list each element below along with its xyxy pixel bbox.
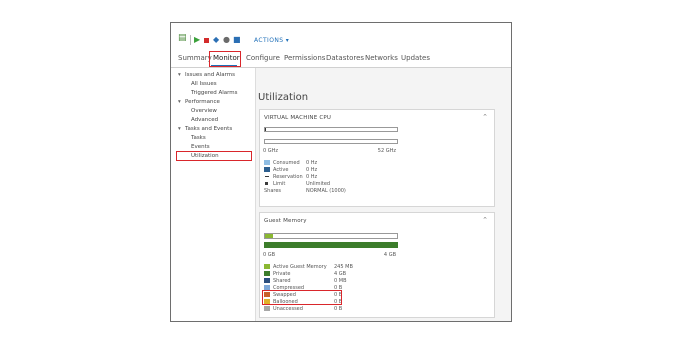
legend-value: 0 MB [334, 278, 347, 284]
migrate-icon[interactable]: ■ [233, 36, 241, 44]
memory-panel-title: Guest Memory [264, 218, 307, 224]
legend-label: Shared [273, 278, 291, 284]
actions-menu[interactable]: ACTIONS ▾ [254, 37, 289, 44]
chevron-up-icon[interactable]: ⌃ [482, 216, 488, 224]
cpu-panel: VIRTUAL MACHINE CPU ⌃ 0 GHz 52 GHz Consu… [259, 109, 495, 207]
cpu-panel-title: VIRTUAL MACHINE CPU [264, 115, 332, 121]
sidebar-item-all-issues[interactable]: All Issues [191, 81, 217, 87]
vm-monitor-window: ▤ ▶ ◆ ● ■ ACTIONS ▾ Summary Monitor Conf… [170, 22, 512, 322]
cpu-usage-bar [264, 127, 398, 132]
chevron-down-icon: ▾ [178, 126, 181, 132]
private-swatch [264, 271, 270, 276]
legend-value: 0 B [334, 306, 343, 312]
page-title: Utilization [258, 92, 309, 103]
sidebar-item-events[interactable]: Events [191, 144, 210, 150]
legend-value: 0 Hz [306, 174, 318, 180]
cpu-scale-max: 52 GHz [377, 148, 396, 154]
active-memory-swatch [264, 264, 270, 269]
utilization-highlight [176, 151, 252, 161]
shared-swatch [264, 278, 270, 283]
sidebar-item-label: Issues and Alarms [185, 72, 235, 78]
sidebar-item-label: Performance [185, 99, 220, 105]
memory-scale-max: 4 GB [383, 252, 396, 258]
snapshot-icon[interactable]: ● [223, 36, 230, 44]
legend-value: 0 Hz [306, 160, 318, 166]
sidebar-item-triggered-alarms[interactable]: Triggered Alarms [191, 90, 238, 96]
chevron-up-icon[interactable]: ⌃ [482, 113, 488, 121]
legend-value: 0 Hz [306, 167, 318, 173]
power-on-icon[interactable]: ▶ [194, 36, 200, 44]
tab-permissions[interactable]: Permissions [284, 54, 325, 62]
active-memory-fill [265, 234, 273, 238]
memory-scale-min: 0 GB [263, 252, 276, 258]
tab-configure[interactable]: Configure [246, 54, 280, 62]
toolbar: ▤ ▶ ◆ ● ■ ACTIONS ▾ [171, 23, 511, 47]
legend-label: Limit [273, 181, 286, 187]
power-off-icon[interactable] [204, 38, 209, 43]
consumed-swatch [264, 160, 270, 165]
guest-memory-panel: Guest Memory ⌃ 0 GB 4 GB Active Guest Me… [259, 212, 495, 318]
chevron-down-icon: ▾ [178, 72, 181, 78]
main-content: Utilization VIRTUAL MACHINE CPU ⌃ 0 GHz … [255, 68, 511, 321]
legend-label: Active Guest Memory [273, 264, 327, 270]
tab-datastores[interactable]: Datastores [326, 54, 364, 62]
unaccessed-swatch [264, 306, 270, 311]
legend-label: Reservation [273, 174, 303, 180]
tab-bar: Summary Monitor Configure Permissions Da… [171, 51, 511, 68]
legend-value: 4 GB [334, 271, 347, 277]
toolbar-divider [190, 35, 191, 45]
active-swatch [264, 167, 270, 172]
vm-icon: ▤ [178, 33, 187, 43]
monitor-sidebar: ▾ Issues and Alarms All Issues Triggered … [171, 68, 255, 321]
sidebar-item-label: Tasks and Events [185, 126, 233, 132]
legend-value: 245 MB [334, 264, 353, 270]
legend-value: Unlimited [306, 181, 331, 187]
legend-label: Consumed [273, 160, 300, 166]
legend-label: Shares [264, 188, 282, 194]
sidebar-item-overview[interactable]: Overview [191, 108, 217, 114]
tab-networks[interactable]: Networks [365, 54, 398, 62]
limit-swatch [265, 182, 268, 185]
legend-label: Active [273, 167, 289, 173]
legend-value: NORMAL (1000) [306, 188, 346, 194]
console-icon[interactable]: ◆ [213, 36, 219, 44]
tab-summary[interactable]: Summary [178, 54, 212, 62]
legend-label: Private [273, 271, 291, 277]
swapped-ballooned-highlight [262, 290, 342, 305]
chevron-down-icon: ▾ [178, 99, 181, 105]
cpu-usage-fill [265, 128, 266, 131]
sidebar-item-tasks[interactable]: Tasks [191, 135, 206, 141]
sidebar-group-tasks-events[interactable]: ▾ Tasks and Events [178, 126, 232, 132]
monitor-tab-highlight [209, 51, 241, 67]
private-memory-bar [264, 242, 398, 248]
sidebar-group-issues[interactable]: ▾ Issues and Alarms [178, 72, 235, 78]
sidebar-item-advanced[interactable]: Advanced [191, 117, 218, 123]
sidebar-group-performance[interactable]: ▾ Performance [178, 99, 220, 105]
legend-label: Unaccessed [273, 306, 303, 312]
cpu-reservation-bar [264, 139, 398, 144]
reservation-swatch [265, 176, 269, 177]
cpu-scale-min: 0 GHz [263, 148, 279, 154]
active-memory-bar [264, 233, 398, 239]
tab-updates[interactable]: Updates [401, 54, 430, 62]
